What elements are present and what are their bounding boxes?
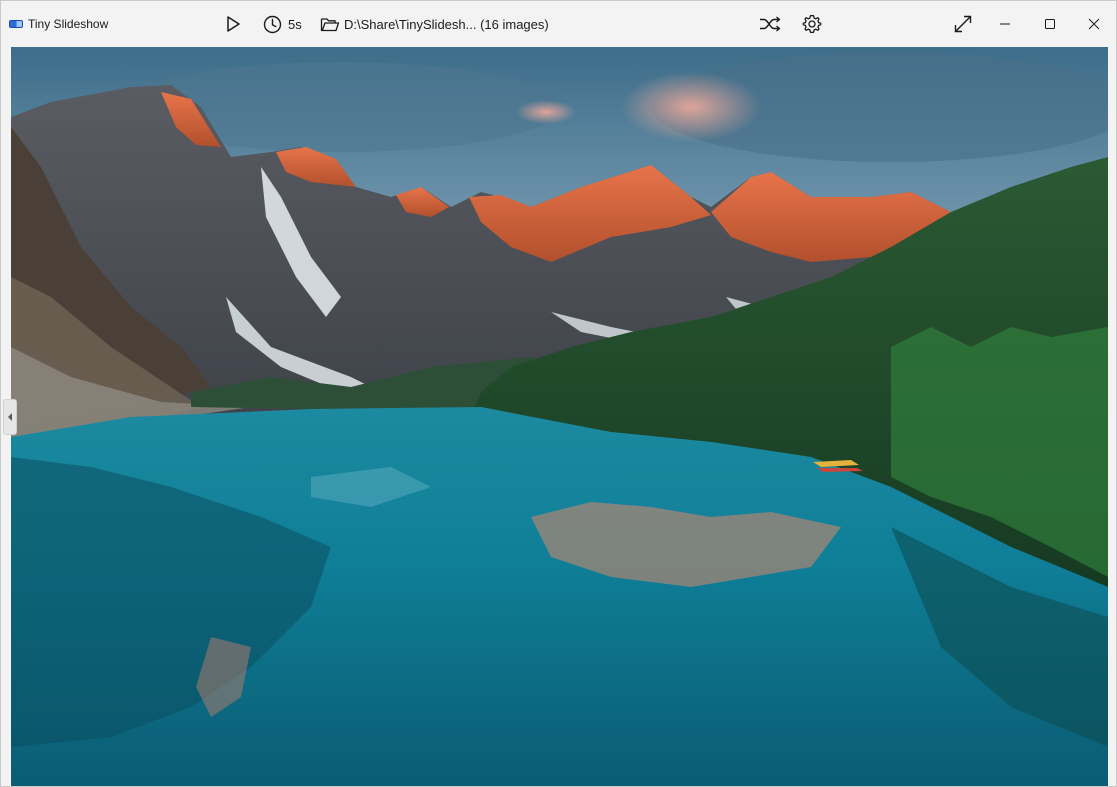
folder-icon <box>320 17 340 31</box>
play-icon <box>227 16 240 32</box>
close-icon <box>1088 18 1100 30</box>
folder-path: D:\Share\TinySlidesh... (16 images) <box>344 16 549 32</box>
title-bar[interactable]: Tiny Slideshow 5s D:\Share\TinySlidesh..… <box>1 1 1116 47</box>
slide-image[interactable] <box>11 47 1108 786</box>
maximize-icon <box>1045 19 1055 29</box>
expand-icon <box>954 15 972 33</box>
maximize-button[interactable] <box>1038 1 1062 47</box>
app-icon <box>9 1 23 47</box>
play-button[interactable] <box>221 1 245 47</box>
fullscreen-button[interactable] <box>951 1 975 47</box>
close-button[interactable] <box>1082 1 1106 47</box>
side-panel-toggle[interactable] <box>3 399 17 435</box>
gear-icon <box>802 14 822 34</box>
minimize-icon <box>1000 23 1010 25</box>
minimize-button[interactable] <box>993 1 1017 47</box>
shuffle-icon <box>760 16 781 32</box>
folder-button[interactable]: D:\Share\TinySlidesh... (16 images) <box>320 1 549 47</box>
interval-button[interactable]: 5s <box>263 1 302 47</box>
settings-button[interactable] <box>800 1 824 47</box>
app-window: Tiny Slideshow 5s D:\Share\TinySlidesh..… <box>0 0 1117 787</box>
app-title: Tiny Slideshow <box>28 17 109 31</box>
shuffle-button[interactable] <box>758 1 782 47</box>
chevron-left-icon <box>8 413 12 421</box>
clock-icon <box>263 15 282 33</box>
interval-label: 5s <box>288 16 302 32</box>
